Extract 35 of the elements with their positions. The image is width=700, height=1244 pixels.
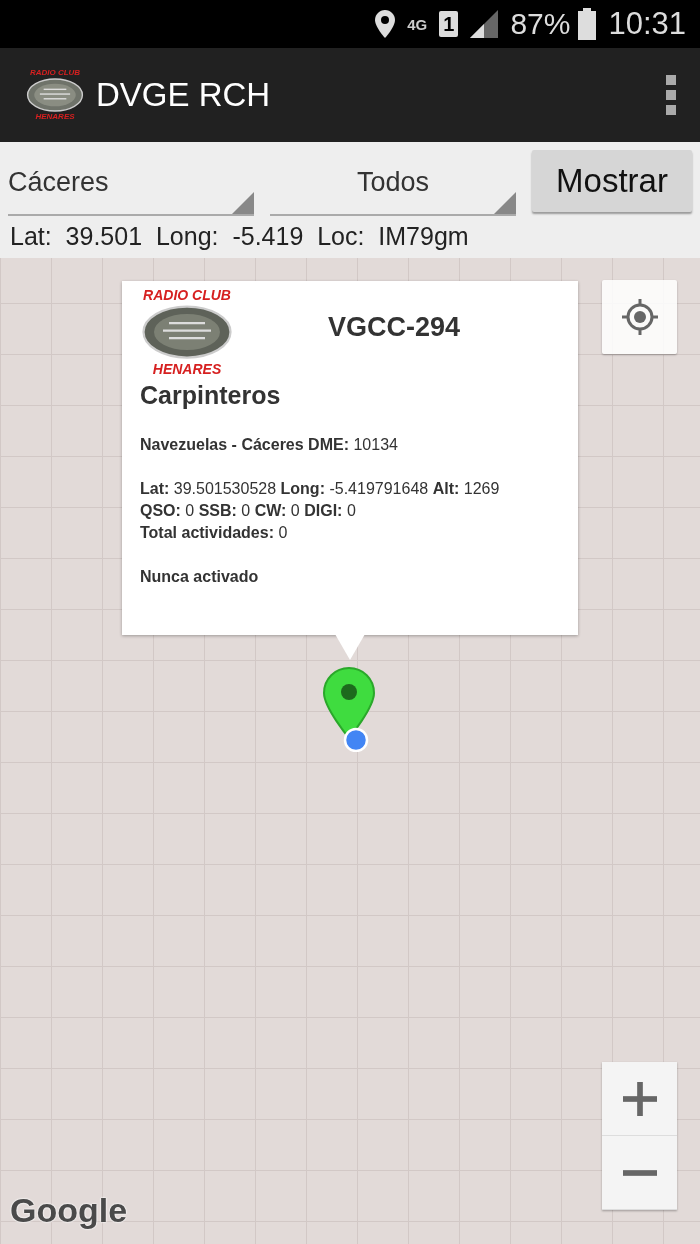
province-dropdown[interactable]: Cáceres <box>8 150 254 216</box>
crosshair-icon <box>619 297 660 337</box>
place-line: Navezuelas - Cáceres DME: 10134 <box>140 435 399 455</box>
pointer-icon <box>335 634 365 660</box>
logo-text: RADIO CLUB <box>29 68 81 78</box>
plus-icon <box>622 1081 657 1116</box>
logo-text: RADIO CLUB <box>143 287 231 303</box>
emblem-icon <box>26 78 84 112</box>
station-code: VGCC-294 <box>328 311 461 343</box>
location-icon <box>375 10 396 38</box>
my-location-button[interactable] <box>602 280 677 354</box>
activation-status: Nunca activado <box>140 567 260 587</box>
minus-icon <box>622 1169 657 1176</box>
map-marker-icon[interactable] <box>322 666 376 752</box>
network-type: 4G <box>407 15 428 33</box>
zoom-out-button[interactable] <box>602 1136 677 1210</box>
zoom-in-button[interactable] <box>602 1062 677 1136</box>
app-title: DVGE RCH <box>96 76 272 114</box>
sim-indicator: 1 <box>439 11 459 37</box>
map-attribution: Google <box>10 1191 128 1230</box>
logo-text: HENARES <box>35 112 75 122</box>
position-readout: Lat: 39.501 Long: -5.419 Loc: IM79gm <box>10 222 470 251</box>
overflow-menu-icon[interactable] <box>666 75 676 115</box>
detail-line: Total actividades: 0 <box>140 523 289 543</box>
signal-icon <box>470 10 499 38</box>
map[interactable]: RADIO CLUB HENARES VGCC-294 Carpinteros Navezuelas - Cáceres DME: 10134 Lat: 39.501530528 Long: -5.419791648 Alt: 1269 QSO: 0 SSB: 0 CW: 0 DIGI: 0 Total actividades: 0 Nunca activado Google <box>0 258 700 1244</box>
battery-icon <box>578 8 597 40</box>
logo-text: HENARES <box>152 361 222 377</box>
clock: 10:31 <box>608 6 686 42</box>
detail-line: QSO: 0 SSB: 0 CW: 0 DIGI: 0 <box>140 501 357 521</box>
show-button[interactable]: Mostrar <box>532 150 692 212</box>
emblem-icon <box>142 303 232 361</box>
battery-percent: 87% <box>510 7 571 41</box>
detail-line: Lat: 39.501530528 Long: -5.419791648 Alt: 1269 <box>140 479 501 499</box>
station-name: Carpinteros <box>140 381 282 410</box>
